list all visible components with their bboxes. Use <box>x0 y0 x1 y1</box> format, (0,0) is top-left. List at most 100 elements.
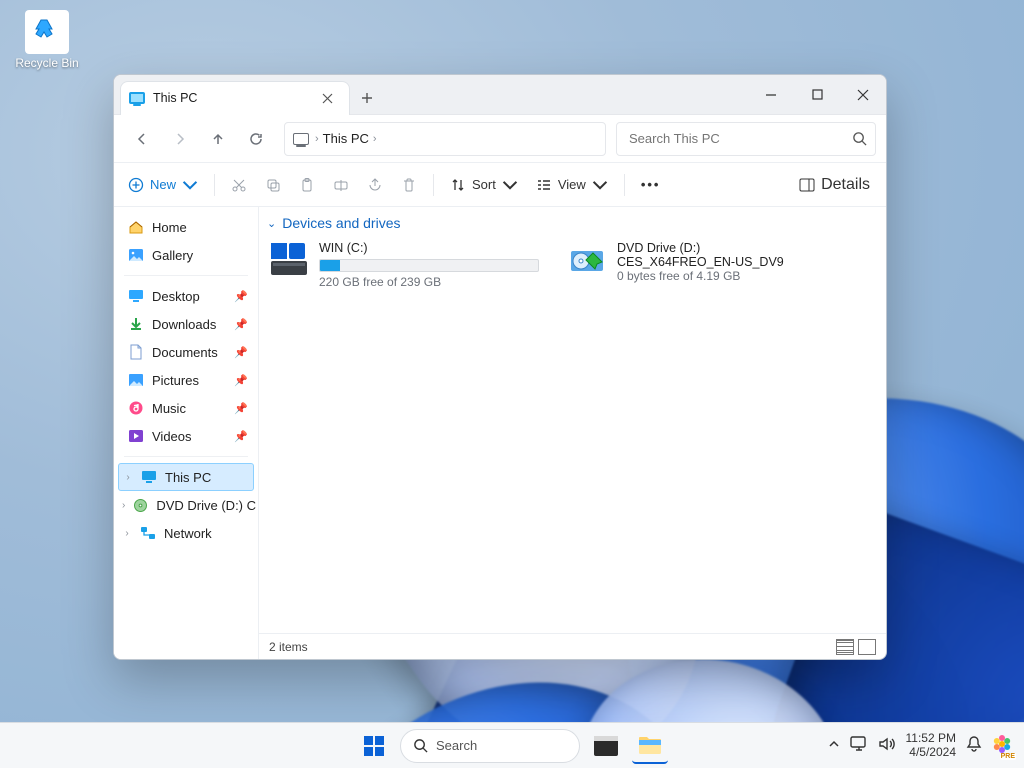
sidebar-item-home[interactable]: Home <box>114 213 258 241</box>
view-button[interactable]: View <box>528 169 616 201</box>
tray-date: 4/5/2024 <box>906 746 956 760</box>
sort-button[interactable]: Sort <box>442 169 526 201</box>
trash-icon <box>401 177 417 193</box>
chevron-up-icon <box>828 738 840 750</box>
nav-forward-button[interactable] <box>162 121 198 157</box>
pre-badge-text: PRE <box>1000 753 1016 760</box>
copy-icon <box>265 177 281 193</box>
delete-button[interactable] <box>393 169 425 201</box>
drive-free-text: 0 bytes free of 4.19 GB <box>617 269 843 283</box>
sidebar-item-this-pc[interactable]: › This PC <box>118 463 254 491</box>
minimize-button[interactable] <box>748 75 794 115</box>
minimize-icon <box>765 89 777 101</box>
taskbar-app-terminal[interactable] <box>588 728 624 764</box>
tray-clock[interactable]: 11:52 PM 4/5/2024 <box>906 732 956 760</box>
disc-icon <box>133 497 148 513</box>
sidebar-item-label: Downloads <box>152 317 216 332</box>
sidebar-item-network[interactable]: › Network <box>114 519 258 547</box>
pin-icon: 📌 <box>234 430 248 443</box>
share-icon <box>367 177 383 193</box>
close-icon <box>857 89 869 101</box>
recycle-bin-icon <box>25 10 69 54</box>
group-header-devices[interactable]: ⌄ Devices and drives <box>267 213 876 239</box>
scissors-icon <box>231 177 247 193</box>
content-scroller[interactable]: ⌄ Devices and drives <box>259 207 886 633</box>
chevron-right-icon[interactable]: › <box>122 528 132 539</box>
rename-button[interactable] <box>325 169 357 201</box>
pictures-icon <box>128 372 144 388</box>
system-tray: 11:52 PM 4/5/2024 PRE <box>828 732 1024 760</box>
taskbar-search[interactable]: Search <box>400 729 580 763</box>
plus-circle-icon <box>128 177 144 193</box>
new-button[interactable]: New <box>120 169 206 201</box>
separator <box>124 275 248 276</box>
new-tab-button[interactable] <box>350 81 384 115</box>
view-icon <box>536 177 552 193</box>
copy-button[interactable] <box>257 169 289 201</box>
drive-usage-fill <box>320 260 340 271</box>
desktop-icon <box>128 288 144 304</box>
sidebar-item-music[interactable]: Music 📌 <box>114 394 258 422</box>
drive-name: DVD Drive (D:) <box>617 241 843 255</box>
tray-overflow-button[interactable] <box>828 738 840 753</box>
maximize-button[interactable] <box>794 75 840 115</box>
desktop[interactable]: Recycle Bin This PC <box>0 0 1024 768</box>
sidebar-item-gallery[interactable]: Gallery <box>114 241 258 269</box>
sidebar-item-label: Pictures <box>152 373 199 388</box>
search-input[interactable] <box>629 131 844 146</box>
status-text: 2 items <box>269 640 308 654</box>
tray-notifications-button[interactable] <box>966 735 982 756</box>
drive-c-icon <box>269 241 309 279</box>
tray-volume-button[interactable] <box>878 736 896 755</box>
paste-button[interactable] <box>291 169 323 201</box>
close-icon <box>322 93 333 104</box>
taskbar-app-file-explorer[interactable] <box>632 728 668 764</box>
drive-item-c[interactable]: WIN (C:) 220 GB free of 239 GB <box>267 239 547 291</box>
sidebar-item-label: Videos <box>152 429 192 444</box>
close-window-button[interactable] <box>840 75 886 115</box>
windows-logo-icon <box>362 734 386 758</box>
chevron-right-icon: › <box>315 133 319 145</box>
start-button[interactable] <box>356 728 392 764</box>
separator <box>624 174 625 196</box>
nav-refresh-button[interactable] <box>238 121 274 157</box>
titlebar: This PC <box>114 75 886 115</box>
chevron-right-icon[interactable]: › <box>373 133 377 145</box>
nav-up-button[interactable] <box>200 121 236 157</box>
cut-button[interactable] <box>223 169 255 201</box>
drive-item-dvd[interactable]: DVD Drive (D:) CES_X64FREO_EN-US_DV9 0 b… <box>565 239 845 291</box>
sidebar-item-desktop[interactable]: Desktop 📌 <box>114 282 258 310</box>
pin-icon: 📌 <box>234 290 248 303</box>
home-icon <box>128 219 144 235</box>
file-explorer-icon <box>637 734 663 756</box>
sidebar-item-label: Home <box>152 220 187 235</box>
more-button[interactable]: ••• <box>633 169 669 201</box>
recycle-bin-desktop-icon[interactable]: Recycle Bin <box>10 10 84 70</box>
sidebar-item-documents[interactable]: Documents 📌 <box>114 338 258 366</box>
window-tab-this-pc[interactable]: This PC <box>120 81 350 115</box>
breadcrumb-root[interactable]: This PC <box>323 131 369 146</box>
nav-back-button[interactable] <box>124 121 160 157</box>
sidebar-item-dvd-drive[interactable]: › DVD Drive (D:) C <box>114 491 258 519</box>
chevron-right-icon[interactable]: › <box>123 472 133 483</box>
tray-network-button[interactable] <box>850 736 868 755</box>
view-button-label: View <box>558 177 586 192</box>
tray-pre-badge[interactable]: PRE <box>992 734 1012 757</box>
details-pane-button[interactable]: Details <box>799 176 880 194</box>
tiles-view-button[interactable] <box>858 639 876 655</box>
tab-close-button[interactable] <box>313 84 341 112</box>
search-box[interactable] <box>616 122 876 156</box>
details-view-button[interactable] <box>836 639 854 655</box>
address-bar[interactable]: › This PC › <box>284 122 606 156</box>
network-icon <box>140 525 156 541</box>
new-button-label: New <box>150 177 176 192</box>
sidebar-item-pictures[interactable]: Pictures 📌 <box>114 366 258 394</box>
share-button[interactable] <box>359 169 391 201</box>
sidebar-item-downloads[interactable]: Downloads 📌 <box>114 310 258 338</box>
chevron-down-icon <box>182 177 198 193</box>
downloads-icon <box>128 316 144 332</box>
sidebar-item-videos[interactable]: Videos 📌 <box>114 422 258 450</box>
chevron-right-icon[interactable]: › <box>122 500 125 511</box>
separator <box>433 174 434 196</box>
window-controls <box>748 75 886 115</box>
